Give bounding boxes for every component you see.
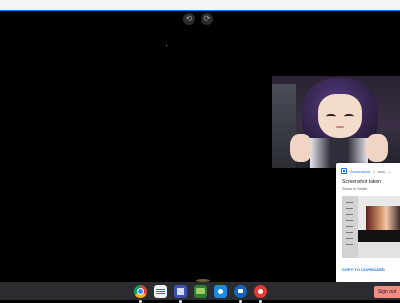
notification-header: Screenshot • now ⌄ [341, 168, 391, 174]
screen-record-icon[interactable] [254, 285, 267, 303]
video-artifact [166, 45, 167, 46]
notification-app-name: Screenshot [350, 168, 371, 174]
notification-title: Screenshot taken [342, 179, 381, 185]
show-in-folder-link[interactable]: Show in folder [342, 186, 367, 191]
files-icon[interactable] [174, 285, 187, 303]
meet-icon[interactable] [234, 285, 247, 303]
sheets-icon[interactable] [154, 285, 167, 298]
screenshot-notification[interactable]: Screenshot • now ⌄ Screenshot taken Show… [336, 163, 400, 283]
notification-separator: • [373, 168, 375, 174]
rewind-icon[interactable]: ⟲ [183, 13, 195, 25]
forward-icon[interactable]: ⟳ [201, 13, 213, 25]
chrome-icon[interactable] [134, 285, 147, 303]
screenshot-app-icon [341, 168, 347, 174]
chevron-down-icon[interactable]: ⌄ [388, 169, 391, 174]
notification-time: now [377, 168, 385, 174]
copy-to-clipboard-button[interactable]: COPY TO CLIPBOARD [342, 267, 385, 272]
camera-icon[interactable] [214, 285, 227, 298]
video-overlay-controls: ⟲ ⟳ [183, 13, 213, 25]
sign-out-button[interactable]: Sign out [374, 286, 400, 298]
video-frame-character [272, 76, 400, 168]
screenshot-thumbnail[interactable] [342, 196, 400, 258]
classroom-icon[interactable] [194, 285, 207, 298]
top-window-strip [0, 0, 400, 11]
shelf-app-list [134, 285, 267, 303]
